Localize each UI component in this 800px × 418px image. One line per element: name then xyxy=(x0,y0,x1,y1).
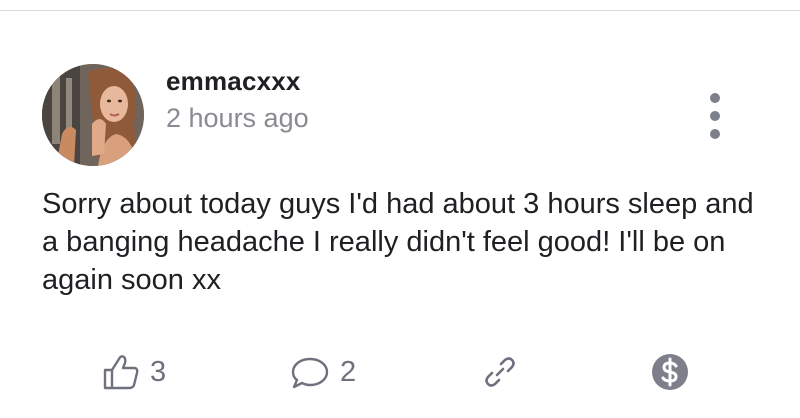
author-username[interactable]: emmacxxx xyxy=(166,66,301,97)
like-count: 3 xyxy=(150,355,167,388)
top-divider xyxy=(0,10,800,11)
avatar-photo xyxy=(42,64,144,166)
more-dot xyxy=(710,129,720,139)
speech-bubble-icon xyxy=(291,357,329,389)
link-icon xyxy=(485,357,515,387)
more-options-button[interactable] xyxy=(700,93,730,139)
send-tip-button[interactable] xyxy=(650,352,690,392)
like-button[interactable]: 3 xyxy=(102,352,166,392)
more-dot xyxy=(710,111,720,121)
post-text: Sorry about today guys I'd had about 3 h… xyxy=(42,188,754,296)
avatar[interactable] xyxy=(42,64,144,166)
copy-link-button[interactable] xyxy=(480,352,520,392)
thumbs-up-icon xyxy=(103,355,139,390)
comment-count: 2 xyxy=(340,355,357,388)
more-dot xyxy=(710,93,720,103)
comment-button[interactable]: 2 xyxy=(290,352,356,392)
post-timestamp: 2 hours ago xyxy=(166,103,309,133)
dollar-coin-icon xyxy=(652,354,688,390)
